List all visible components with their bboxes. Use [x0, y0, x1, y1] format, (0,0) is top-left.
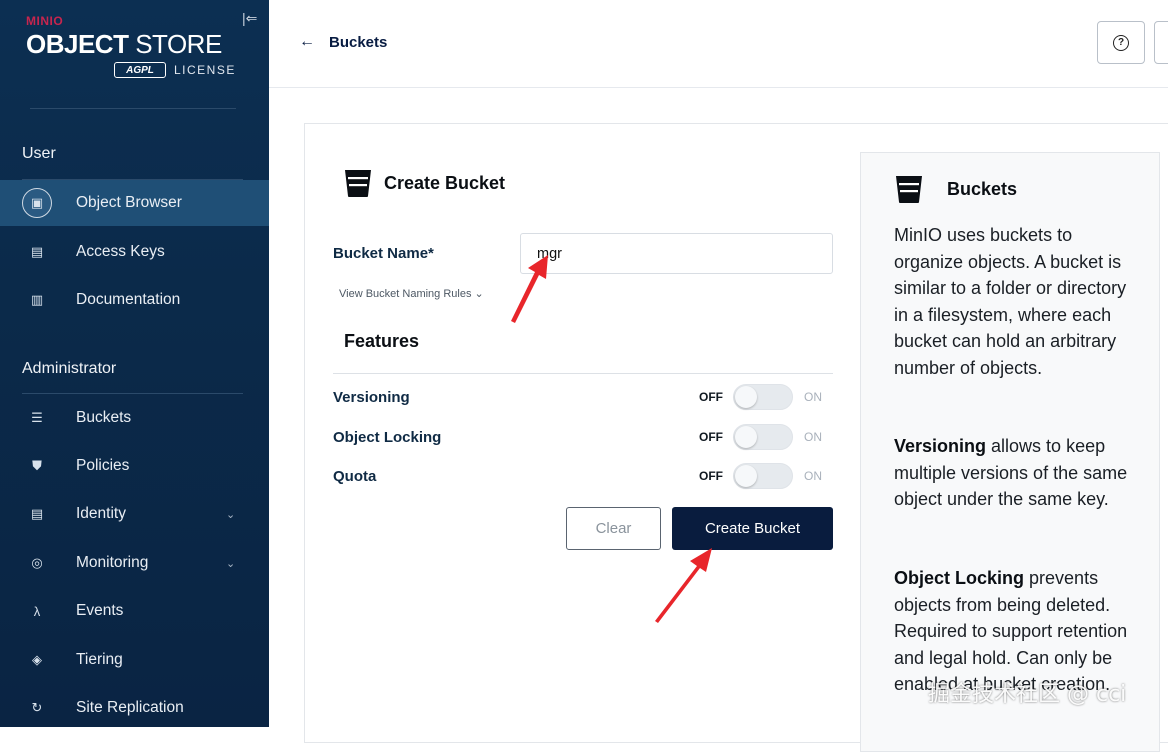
- brand-title: OBJECT STORE: [26, 29, 222, 59]
- quota-toggle[interactable]: [733, 463, 793, 489]
- sidebar-item-label: Policies: [76, 457, 130, 474]
- sidebar-item-label: Object Browser: [76, 194, 182, 211]
- buckets-icon: ☰: [31, 410, 43, 425]
- back-link[interactable]: ← Buckets: [299, 33, 387, 51]
- identity-icon: ▤: [30, 506, 44, 521]
- section-user: User: [22, 145, 56, 162]
- create-bucket-button[interactable]: Create Bucket: [672, 507, 833, 550]
- agpl-badge: AGPL: [114, 62, 166, 78]
- tiering-icon: ◈: [32, 652, 42, 667]
- sidebar-item-documentation[interactable]: ▥ Documentation: [0, 277, 269, 323]
- bucket-name-input[interactable]: [520, 233, 833, 274]
- versioning-toggle[interactable]: [733, 384, 793, 410]
- section-administrator: Administrator: [22, 360, 117, 377]
- object-browser-icon: ▣: [22, 188, 52, 218]
- clear-button[interactable]: Clear: [566, 507, 661, 550]
- collapse-sidebar-icon[interactable]: |⇐: [242, 10, 257, 27]
- monitoring-icon: ◎: [31, 555, 43, 570]
- brand-logo: MINIO OBJECT STORE AGPL LICENSE: [26, 14, 234, 78]
- top-bar: ← Buckets ?: [269, 0, 1168, 88]
- sidebar-item-label: Identity: [76, 505, 126, 522]
- toggle-off-label: OFF: [699, 430, 723, 444]
- documentation-icon: ▥: [30, 292, 44, 307]
- toggle-knob: [735, 426, 757, 448]
- license-label: LICENSE: [174, 63, 236, 77]
- divider: [30, 108, 236, 109]
- bucket-icon: [896, 176, 922, 203]
- sidebar-item-label: Tiering: [76, 651, 123, 668]
- toggle-knob: [735, 386, 757, 408]
- sidebar-item-label: Documentation: [76, 291, 181, 308]
- site-replication-icon: ↻: [31, 700, 43, 715]
- features-heading: Features: [344, 331, 420, 351]
- sidebar-item-label: Buckets: [76, 409, 132, 426]
- sidebar-item-buckets[interactable]: ☰ Buckets: [0, 395, 269, 441]
- sidebar-item-label: Events: [76, 602, 124, 619]
- help-button[interactable]: ?: [1097, 21, 1145, 64]
- toggle-off-label: OFF: [699, 469, 723, 483]
- versioning-label: Versioning: [333, 389, 410, 406]
- object-locking-label: Object Locking: [333, 429, 442, 446]
- sidebar-item-monitoring[interactable]: ◎ Monitoring ⌄: [0, 540, 269, 586]
- access-keys-icon: ▤: [30, 244, 44, 259]
- sidebar-item-tiering[interactable]: ◈ Tiering: [0, 637, 269, 683]
- bucket-icon: [345, 170, 371, 197]
- help-versioning: Versioning allows to keep multiple versi…: [894, 436, 1128, 509]
- sidebar-item-events[interactable]: λ Events: [0, 588, 269, 634]
- chevron-down-icon[interactable]: ⌄: [226, 557, 235, 570]
- sidebar-item-policies[interactable]: ⛊ Policies: [0, 443, 269, 489]
- lambda-icon: λ: [33, 603, 41, 619]
- toggle-on-label: ON: [804, 390, 822, 404]
- toggle-off-label: OFF: [699, 390, 723, 404]
- sidebar-item-label: Site Replication: [76, 699, 184, 716]
- chevron-down-icon[interactable]: ⌄: [226, 508, 235, 521]
- sidebar-item-object-browser[interactable]: ▣ Object Browser: [0, 180, 269, 226]
- divider: [333, 373, 833, 374]
- brand-product: MINIO: [26, 14, 64, 28]
- toggle-on-label: ON: [804, 469, 822, 483]
- chevron-down-icon: ⌄: [474, 288, 484, 300]
- toggle-knob: [735, 465, 757, 487]
- sidebar-item-identity[interactable]: ▤ Identity ⌄: [0, 491, 269, 537]
- object-locking-toggle[interactable]: [733, 424, 793, 450]
- sidebar-item-access-keys[interactable]: ▤ Access Keys: [0, 229, 269, 275]
- policies-icon: ⛊: [32, 458, 42, 473]
- toggle-on-label: ON: [804, 430, 822, 444]
- bucket-name-label: Bucket Name*: [333, 245, 434, 262]
- help-title: Buckets: [947, 179, 1018, 199]
- help-icon: ?: [1113, 34, 1129, 51]
- quota-label: Quota: [333, 468, 377, 485]
- arrow-left-icon: ←: [299, 33, 315, 50]
- back-label: Buckets: [329, 33, 388, 51]
- sidebar-item-site-replication[interactable]: ↻ Site Replication: [0, 685, 269, 731]
- sidebar-item-label: Monitoring: [76, 554, 149, 571]
- watermark: 掘金技术社区 @ cci: [928, 682, 1127, 707]
- header-action-button[interactable]: [1154, 21, 1168, 64]
- naming-rules-link[interactable]: View Bucket Naming Rules ⌄: [339, 287, 484, 300]
- help-intro: MinIO uses buckets to organize objects. …: [894, 225, 1127, 378]
- form-title: Create Bucket: [384, 173, 506, 193]
- sidebar: MINIO OBJECT STORE AGPL LICENSE |⇐ User …: [0, 0, 269, 727]
- divider: [22, 393, 243, 394]
- sidebar-item-label: Access Keys: [76, 243, 165, 260]
